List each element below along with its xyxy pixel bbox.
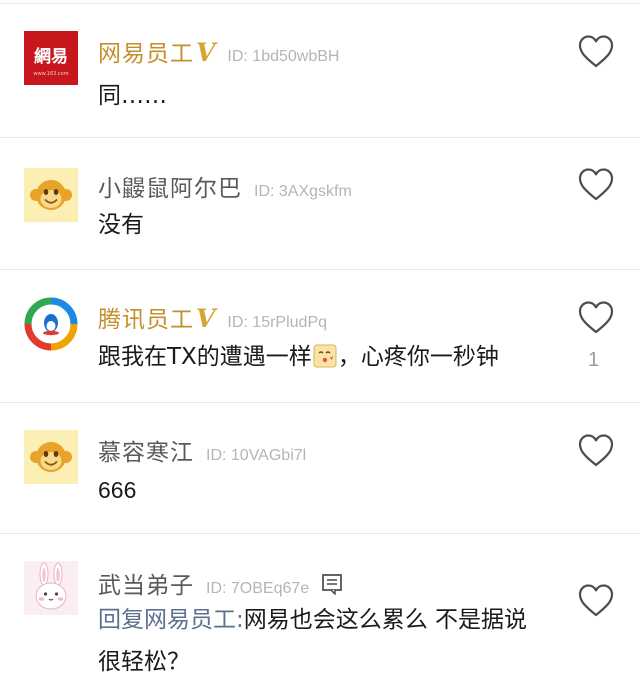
heart-icon[interactable] [577,432,615,468]
avatar[interactable] [24,297,78,351]
kiss-emoji-icon [313,344,337,368]
username[interactable]: 网易员工 [98,34,194,68]
rabbit-avatar-icon [24,561,78,615]
comment-text-part: 跟我在TX的遭遇一样 [98,344,312,370]
comment-text-continued: 很轻松？ [98,649,190,675]
netease-logo-icon: 網易 www.163.com [24,31,78,85]
comment-header: 腾讯员工 V ID: 15rPludPq [98,300,327,334]
verified-badge: V [196,304,216,333]
comment-text: 回复网易员工:网易也会这么累么 不是据说 [98,599,527,642]
user-id: ID: 15rPludPq [227,314,328,331]
user-id: ID: 10VAGbi7l [206,447,307,464]
monkey-avatar-icon [24,168,78,222]
user-id: ID: 1bd50wbBH [227,48,340,65]
reply-mention[interactable]: 回复网易员工: [98,607,244,633]
username[interactable]: 腾讯员工 [98,300,194,334]
heart-icon[interactable] [577,166,615,202]
avatar[interactable] [24,561,78,615]
avatar-logo-text: 網易 [34,46,68,67]
tencent-news-logo-icon [24,297,78,351]
comment-text-part: ，心疼你一秒钟 [337,344,499,370]
comment-text: 没有 [98,212,144,238]
username[interactable]: 武当弟子 [98,566,194,600]
comment-text: 跟我在TX的遭遇一样 ，心疼你一秒钟 [98,336,499,379]
comment-item: 小鼹鼠阿尔巴 ID: 3AXgskfm 没有 [0,138,640,270]
avatar[interactable] [24,168,78,222]
comment-header: 网易员工 V ID: 1bd50wbBH [98,34,339,68]
avatar[interactable]: 網易 www.163.com [24,31,78,85]
monkey-avatar-icon [24,430,78,484]
comment-item: 慕容寒江 ID: 10VAGbi7l 666 [0,403,640,534]
heart-icon[interactable] [577,299,615,335]
heart-icon[interactable] [577,33,615,69]
comment-header: 小鼹鼠阿尔巴 ID: 3AXgskfm [98,169,352,203]
comment-header: 武当弟子 ID: 7OBEq67e [98,566,345,600]
avatar-logo-subtext: www.163.com [33,71,68,77]
comment-item: 腾讯员工 V ID: 15rPludPq 跟我在TX的遭遇一样 ，心疼你一秒钟 … [0,270,640,403]
comment-item: 武当弟子 ID: 7OBEq67e 回复网易员工:网易也会这么累么 不是据说 很… [0,534,640,686]
like-count: 1 [588,349,600,371]
verified-badge: V [196,38,216,67]
comment-text: 666 [98,477,137,503]
comment-header: 慕容寒江 ID: 10VAGbi7l [98,433,306,467]
user-id: ID: 3AXgskfm [254,183,352,200]
username[interactable]: 小鼹鼠阿尔巴 [98,169,242,203]
comment-text-part: 网易也会这么累么 不是据说 [243,607,528,633]
reply-icon[interactable] [321,572,345,596]
user-id: ID: 7OBEq67e [206,580,310,597]
avatar[interactable] [24,430,78,484]
username[interactable]: 慕容寒江 [98,433,194,467]
heart-icon[interactable] [577,582,615,618]
comment-text: 同…… [98,83,167,109]
comment-item: 網易 www.163.com 网易员工 V ID: 1bd50wbBH 同…… [0,4,640,138]
